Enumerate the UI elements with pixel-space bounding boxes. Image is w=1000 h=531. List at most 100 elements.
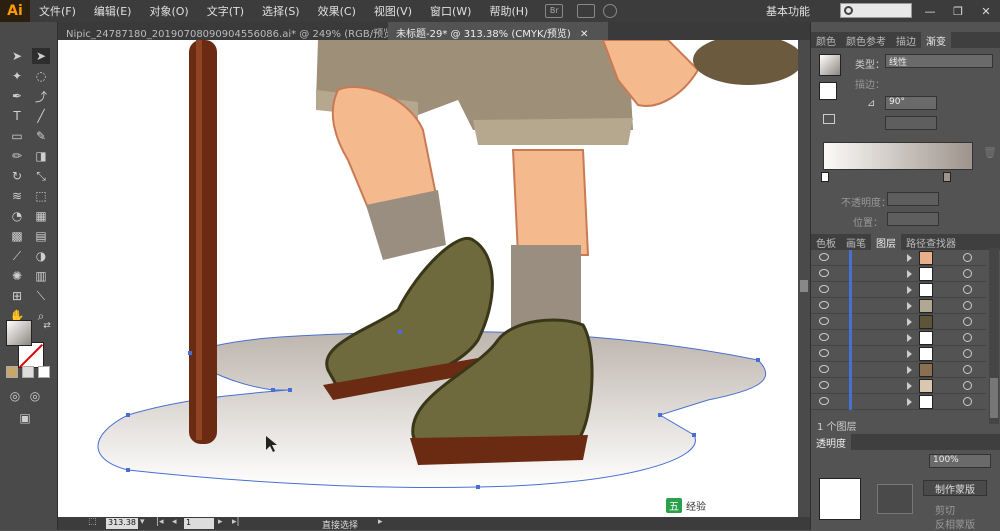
tab-transparency[interactable]: 透明度	[811, 434, 851, 450]
target-circle-icon[interactable]	[963, 365, 972, 374]
target-circle-icon[interactable]	[963, 317, 972, 326]
symbol-sprayer-icon[interactable]: ✺	[8, 268, 26, 284]
draw-behind-icon[interactable]: ◎	[26, 388, 44, 404]
expand-triangle-icon[interactable]	[907, 398, 912, 406]
swap-colors-icon[interactable]: ⇄	[38, 318, 56, 334]
gradient-mode-icon[interactable]	[22, 366, 34, 378]
menu-window[interactable]: 窗口(W)	[421, 3, 480, 19]
gradient-slider[interactable]	[823, 142, 973, 170]
draw-mode-icon[interactable]: ◎	[6, 388, 24, 404]
visibility-eye-icon[interactable]	[819, 317, 829, 325]
visibility-eye-icon[interactable]	[819, 285, 829, 293]
color-mode-icon[interactable]	[6, 366, 18, 378]
visibility-eye-icon[interactable]	[819, 253, 829, 261]
expand-triangle-icon[interactable]	[907, 366, 912, 374]
type-tool-icon[interactable]: T	[8, 108, 26, 124]
selection-tool-icon[interactable]: ➤	[8, 48, 26, 64]
scrollbar-thumb[interactable]	[990, 378, 998, 418]
invert-mask-checkbox-label[interactable]: 反相蒙版	[935, 516, 975, 531]
perspective-grid-icon[interactable]: ▦	[32, 208, 50, 224]
artboard-tool-icon[interactable]: ⊞	[8, 288, 26, 304]
canvas-vertical-scrollbar[interactable]	[798, 40, 810, 517]
menu-file[interactable]: 文件(F)	[30, 3, 85, 19]
mask-thumbnail[interactable]	[877, 484, 913, 514]
gradient-fill-stroke-icon[interactable]	[819, 82, 837, 100]
direct-selection-tool-icon[interactable]: ➤	[32, 48, 50, 64]
visibility-eye-icon[interactable]	[819, 333, 829, 341]
aspect-ratio-field[interactable]	[885, 116, 937, 130]
shape-builder-icon[interactable]: ◔	[8, 208, 26, 224]
close-icon[interactable]: ✕	[580, 29, 588, 40]
next-artboard-icon[interactable]: ▸	[218, 517, 223, 527]
artboard-nav-icon[interactable]: ⬚	[88, 517, 97, 527]
menu-type[interactable]: 文字(T)	[198, 3, 253, 19]
tab-stroke[interactable]: 描边	[891, 32, 921, 48]
free-transform-icon[interactable]: ⬚	[32, 188, 50, 204]
expand-triangle-icon[interactable]	[907, 334, 912, 342]
layer-row[interactable]	[811, 298, 986, 314]
layer-row[interactable]	[811, 362, 986, 378]
zoom-level-field[interactable]: 313.38	[106, 518, 138, 529]
menu-help[interactable]: 帮助(H)	[480, 3, 537, 19]
visibility-eye-icon[interactable]	[819, 381, 829, 389]
tab-color[interactable]: 颜色	[811, 32, 841, 48]
menu-select[interactable]: 选择(S)	[253, 3, 309, 19]
visibility-eye-icon[interactable]	[819, 365, 829, 373]
curvature-tool-icon[interactable]: ⤴	[32, 88, 50, 104]
layers-scrollbar[interactable]	[989, 248, 999, 424]
target-circle-icon[interactable]	[963, 285, 972, 294]
fill-swatch[interactable]	[6, 320, 32, 346]
reverse-gradient-icon[interactable]	[823, 114, 835, 124]
eraser-icon[interactable]: ◨	[32, 148, 50, 164]
none-mode-icon[interactable]	[38, 366, 50, 378]
arrange-documents-icon[interactable]	[577, 4, 596, 18]
first-artboard-icon[interactable]: |◂	[156, 517, 164, 527]
expand-triangle-icon[interactable]	[907, 286, 912, 294]
target-circle-icon[interactable]	[963, 381, 972, 390]
screen-mode-icon[interactable]: ▣	[16, 410, 34, 426]
artboard-number-field[interactable]: 1	[184, 518, 214, 529]
expand-triangle-icon[interactable]	[907, 270, 912, 278]
maximize-button[interactable]: ❐	[944, 0, 972, 22]
layer-row[interactable]	[811, 314, 986, 330]
expand-triangle-icon[interactable]	[907, 350, 912, 358]
pencil-icon[interactable]: ✏	[8, 148, 26, 164]
clip-checkbox-label[interactable]: 剪切	[935, 502, 955, 517]
tab-brushes[interactable]: 画笔	[841, 234, 871, 250]
transparency-opacity-field[interactable]: 100%	[929, 454, 991, 468]
delete-stop-icon[interactable]: 🗑	[983, 146, 997, 159]
tab-color-guide[interactable]: 颜色参考	[841, 32, 891, 48]
gradient-angle-field[interactable]: 90°	[885, 96, 937, 110]
gradient-tool-icon[interactable]: ▤	[32, 228, 50, 244]
make-mask-button[interactable]: 制作蒙版	[923, 480, 987, 496]
gradient-preview-swatch[interactable]	[819, 54, 841, 76]
scrollbar-thumb[interactable]	[800, 280, 808, 292]
zoom-dropdown-icon[interactable]: ▾	[140, 517, 145, 527]
tab-layers[interactable]: 图层	[871, 234, 901, 250]
pen-tool-icon[interactable]: ✒	[8, 88, 26, 104]
warp-tool-icon[interactable]: ≋	[8, 188, 26, 204]
target-circle-icon[interactable]	[963, 333, 972, 342]
rotate-tool-icon[interactable]: ↻	[8, 168, 26, 184]
layer-row[interactable]	[811, 378, 986, 394]
close-button[interactable]: ✕	[972, 0, 1000, 22]
tab-swatches[interactable]: 色板	[811, 234, 841, 250]
magic-wand-icon[interactable]: ✦	[8, 68, 26, 84]
layer-row[interactable]	[811, 330, 986, 346]
visibility-eye-icon[interactable]	[819, 301, 829, 309]
rectangle-tool-icon[interactable]: ▭	[8, 128, 26, 144]
gpu-performance-icon[interactable]	[603, 4, 618, 18]
layer-row[interactable]	[811, 250, 986, 266]
layer-row[interactable]	[811, 346, 986, 362]
scale-tool-icon[interactable]: ⤡	[32, 168, 50, 184]
menu-object[interactable]: 对象(O)	[140, 3, 197, 19]
position-field[interactable]	[887, 212, 939, 226]
gradient-type-select[interactable]: 线性	[885, 54, 993, 68]
opacity-field[interactable]	[887, 192, 939, 206]
menu-effect[interactable]: 效果(C)	[309, 3, 365, 19]
lasso-icon[interactable]: ◌	[32, 68, 50, 84]
paintbrush-icon[interactable]: ✎	[32, 128, 50, 144]
tab-pathfinder[interactable]: 路径查找器	[901, 234, 961, 250]
bridge-button[interactable]: Br	[545, 4, 564, 18]
target-circle-icon[interactable]	[963, 253, 972, 262]
